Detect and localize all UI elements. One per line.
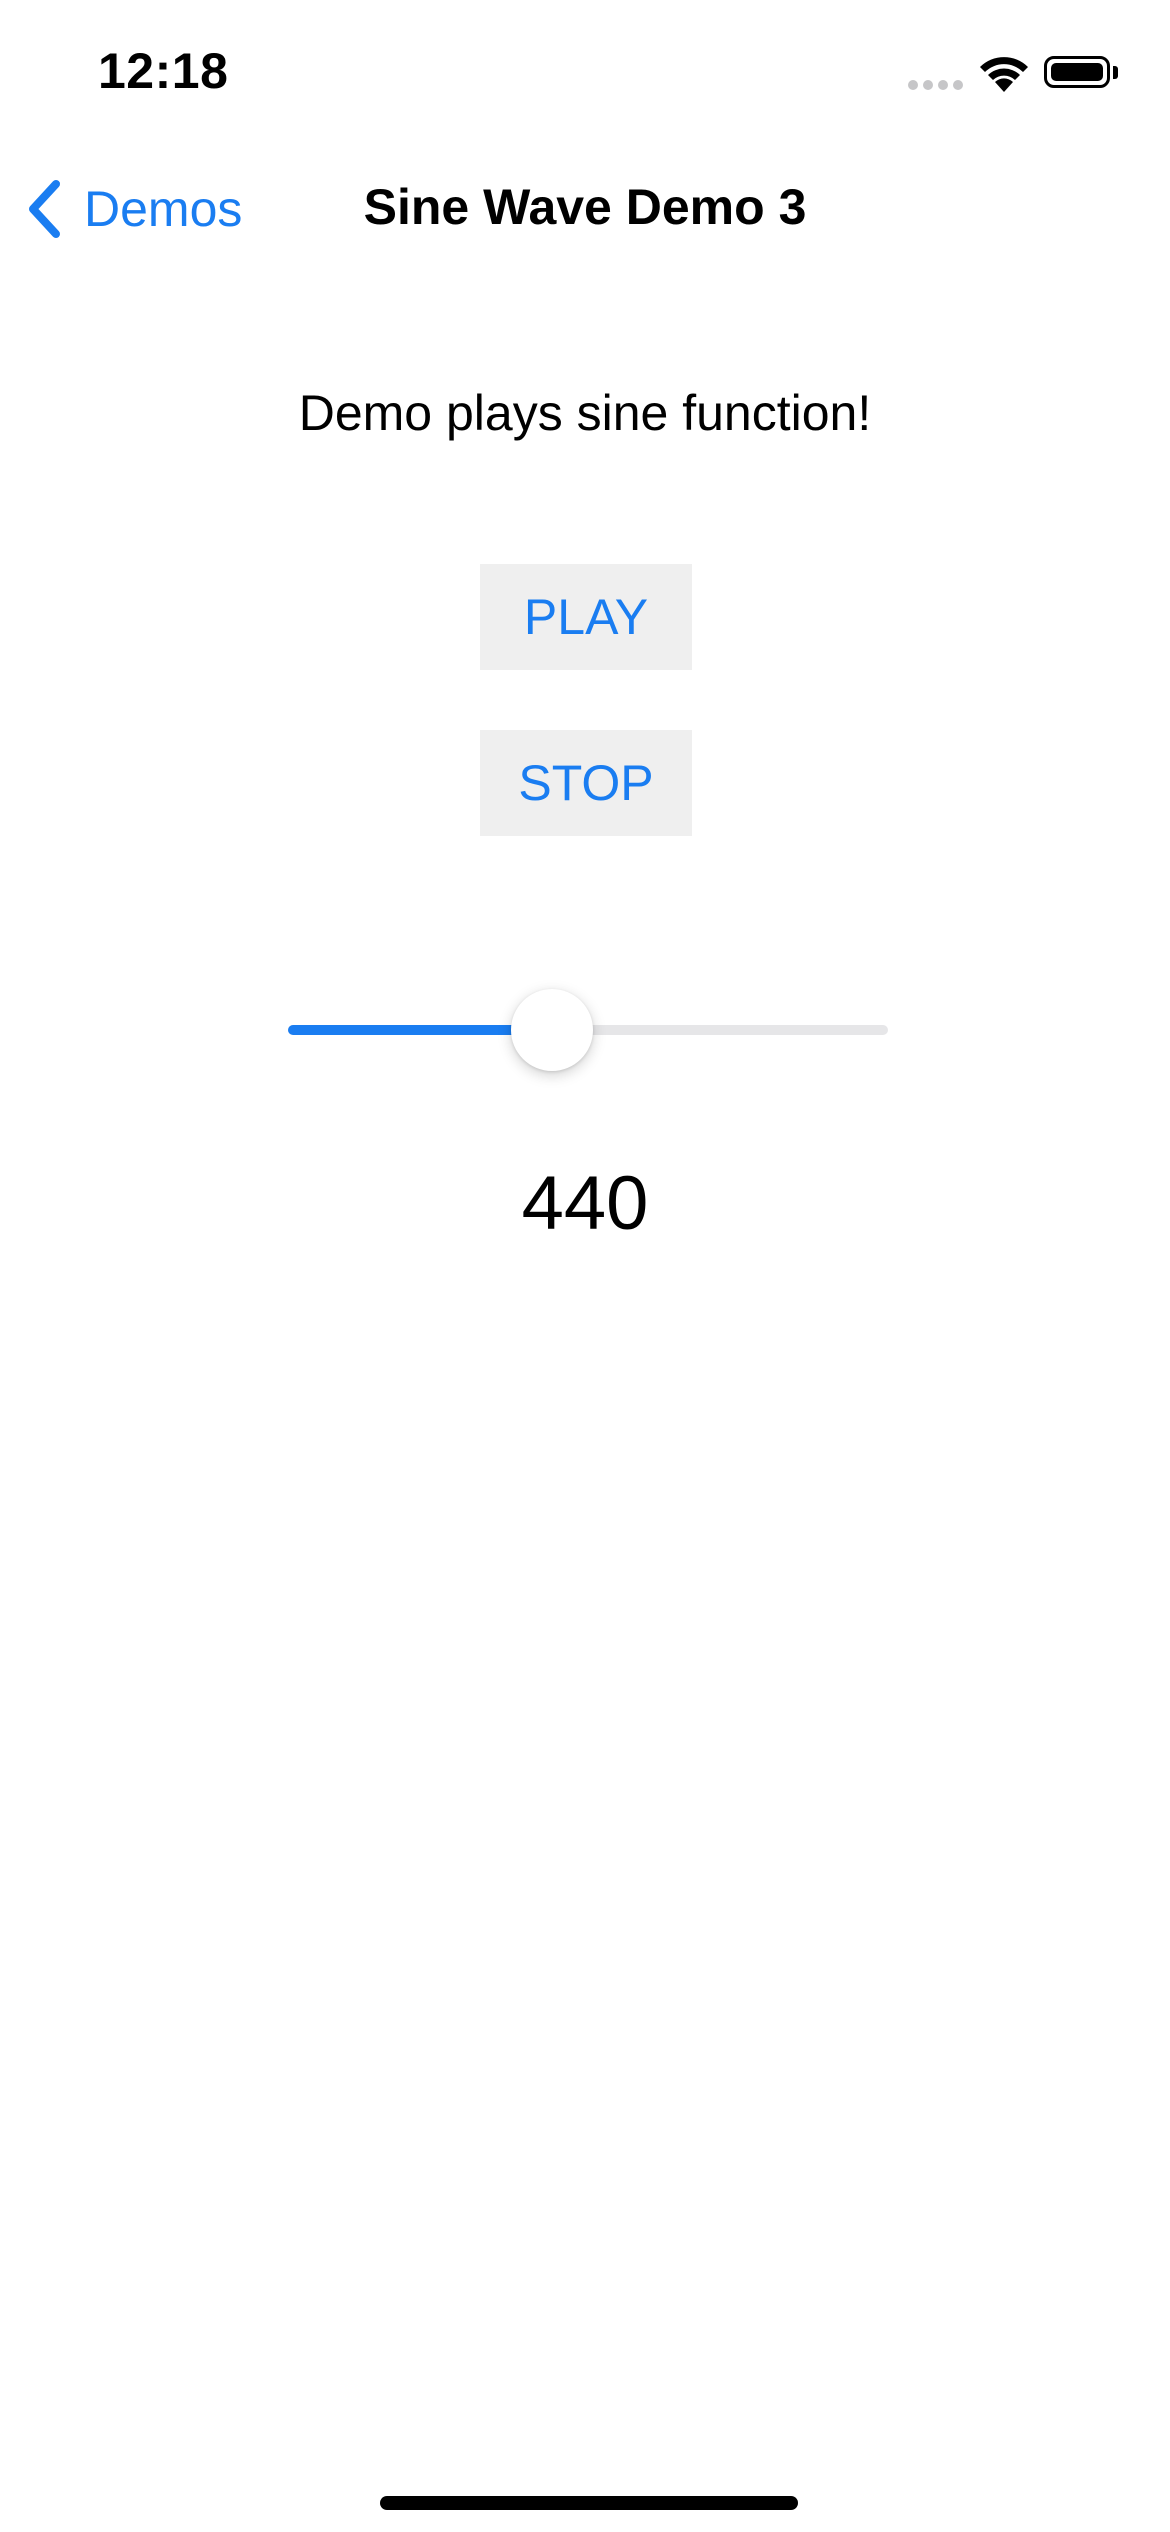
navigation-bar: Demos Sine Wave Demo 3 xyxy=(0,150,1170,270)
play-button[interactable]: PLAY xyxy=(480,564,692,670)
status-time: 12:18 xyxy=(98,43,229,99)
cellular-signal-icon xyxy=(908,80,964,92)
battery-icon xyxy=(1044,56,1122,92)
description-text: Demo plays sine function! xyxy=(298,385,872,441)
slider-thumb[interactable] xyxy=(511,989,593,1071)
frequency-slider[interactable] xyxy=(288,980,888,1080)
status-bar: 12:18 xyxy=(0,0,1170,140)
page-title: Sine Wave Demo 3 xyxy=(363,179,807,235)
wifi-icon xyxy=(980,57,1028,92)
home-indicator[interactable] xyxy=(380,2496,798,2510)
stop-button[interactable]: STOP xyxy=(480,730,692,836)
frequency-value: 440 xyxy=(521,1161,649,1246)
